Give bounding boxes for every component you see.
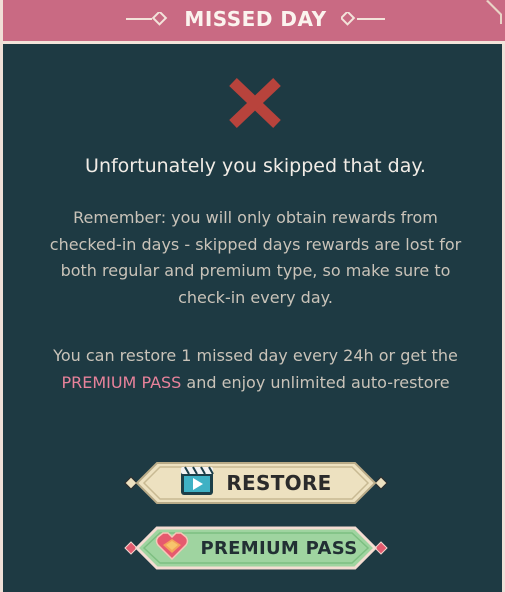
- dialog-title: MISSED DAY: [184, 7, 327, 31]
- missed-day-headline: Unfortunately you skipped that day.: [85, 155, 426, 177]
- restore-button-label: RESTORE: [226, 471, 332, 495]
- restore-info-text: You can restore 1 missed day every 24h o…: [43, 343, 468, 396]
- video-play-icon: [180, 466, 215, 500]
- corner-ornament-icon: [482, 0, 502, 28]
- dialog-header: MISSED DAY: [3, 0, 505, 44]
- rewards-info-text: Remember: you will only obtain rewards f…: [49, 208, 462, 307]
- cross-icon: [227, 78, 283, 130]
- heart-gem-icon: [155, 531, 189, 565]
- restore-button[interactable]: RESTORE: [121, 460, 391, 506]
- restore-info-suffix: and enjoy unlimited auto-restore: [181, 372, 450, 392]
- premium-pass-link[interactable]: PREMIUM PASS: [61, 373, 181, 392]
- premium-pass-button-label: PREMIUM PASS: [200, 537, 358, 559]
- right-ornament-icon: [340, 12, 385, 26]
- missed-day-dialog: MISSED DAY Unfortunately you skipped tha…: [0, 0, 505, 592]
- premium-pass-button[interactable]: PREMIUM PASS: [121, 525, 391, 571]
- restore-info-prefix: You can restore 1 missed day every 24h o…: [53, 346, 458, 365]
- left-ornament-icon: [126, 12, 170, 26]
